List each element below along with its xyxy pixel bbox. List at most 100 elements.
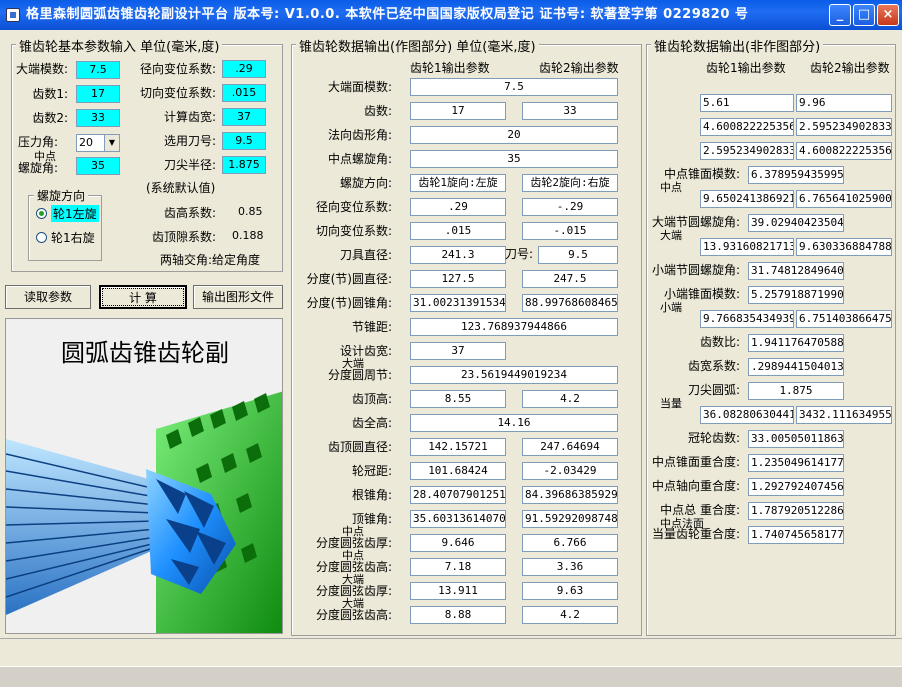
right-row-value1[interactable]: 1.2927924074561 (748, 478, 844, 496)
mid-row-value2[interactable]: 9.63 (522, 582, 618, 600)
mid-row-value1[interactable]: 31.002313915345 (410, 294, 506, 312)
mid-row-value1[interactable]: 20 (410, 126, 618, 144)
title-bar[interactable]: 格里森制圆弧齿锥齿轮副设计平台 版本号: V1.0.0. 本软件已经中国国家版权… (0, 0, 902, 30)
right-row-value2[interactable]: 4.6008222253560 (796, 142, 892, 160)
mid-row-midlabel: 刀号: (505, 247, 534, 261)
mid-row-value2[interactable]: 6.766 (522, 534, 618, 552)
right-row-value1[interactable]: 36.082806304417 (700, 406, 794, 424)
hand-left-label[interactable]: 轮1左旋 (51, 205, 99, 222)
mid-row-value1[interactable]: 7.5 (410, 78, 618, 96)
mid-row-value2[interactable]: 4.2 (522, 606, 618, 624)
mid-row-value2[interactable]: 33 (522, 102, 618, 120)
mid-col1-header: 齿轮1输出参数 (410, 61, 490, 75)
app-icon[interactable] (6, 8, 20, 22)
calc-face-input[interactable]: 37 (222, 108, 266, 126)
maximize-button[interactable]: □ (853, 4, 875, 26)
right-row-value1[interactable]: 39.029404235049 (748, 214, 844, 232)
mid-row-value1[interactable]: 13.911 (410, 582, 506, 600)
right-row-value1[interactable]: 2.5952349028333 (700, 142, 794, 160)
mid-row-value2[interactable]: 3.36 (522, 558, 618, 576)
mid-row-value2[interactable]: 84.396863859298 (522, 486, 618, 504)
right-row-value2[interactable]: 9.96 (796, 94, 892, 112)
window-title: 格里森制圆弧齿锥齿轮副设计平台 版本号: V1.0.0. 本软件已经中国国家版权… (26, 7, 749, 22)
mid-row-value2[interactable]: 9.5 (538, 246, 618, 264)
mid-row-value2[interactable]: 齿轮2旋向:右旋 (522, 174, 618, 192)
hand-right-radio[interactable] (36, 232, 47, 243)
minimize-button[interactable]: _ (829, 4, 851, 26)
radial-shift-input[interactable]: .29 (222, 60, 266, 78)
right-row-value2[interactable]: 9.6303368847884 (796, 238, 892, 256)
mid-row-value1[interactable]: 23.5619449019234 (410, 366, 618, 384)
mid-row-value2[interactable]: 247.64694 (522, 438, 618, 456)
mid-row-value2[interactable]: 91.592920987487 (522, 510, 618, 528)
mid-row-value2[interactable]: -.29 (522, 198, 618, 216)
teeth2-input[interactable]: 33 (76, 109, 120, 127)
mid-row-label: 分度(节)圆直径: (306, 272, 392, 286)
mid-row-value2[interactable]: -2.03429 (522, 462, 618, 480)
tangential-shift-input[interactable]: .015 (222, 84, 266, 102)
right-row-value2[interactable]: 3432.1116349550 (796, 406, 892, 424)
right-row-value1[interactable]: 33.005050118630 (748, 430, 844, 448)
right-row-value1[interactable]: .29894415040130 (748, 358, 844, 376)
big-module-input[interactable]: 7.5 (76, 61, 120, 79)
mid-row-value2[interactable]: 4.2 (522, 390, 618, 408)
mid-row-value1[interactable]: 241.3 (410, 246, 506, 264)
right-row-value2[interactable]: 6.7656410259008 (796, 190, 892, 208)
right-row-value1[interactable]: 1.7879205122865 (748, 502, 844, 520)
right-row-value1[interactable]: 1.875 (748, 382, 844, 400)
mid-row-value1[interactable]: 28.407079012512 (410, 486, 506, 504)
mid-row-value1[interactable]: 123.768937944866 (410, 318, 618, 336)
chevron-down-icon[interactable]: ▼ (104, 135, 119, 151)
right-row-value2[interactable]: 2.5952349028333 (796, 118, 892, 136)
mid-row-value1[interactable]: 142.15721 (410, 438, 506, 456)
mid-row-value2[interactable]: 88.997686084654 (522, 294, 618, 312)
mid-row-value1[interactable]: 9.646 (410, 534, 506, 552)
mid-row-label: 轮冠距: (351, 464, 392, 478)
right-row-value1[interactable]: 1.7407456581774 (748, 526, 844, 544)
hand-left-radio[interactable] (36, 208, 47, 219)
radial-shift-label: 径向变位系数: (139, 62, 216, 76)
tangential-shift-label: 切向变位系数: (139, 86, 216, 100)
export-graphic-button[interactable]: 输出图形文件 (193, 285, 283, 309)
right-row-value1[interactable]: 5.61 (700, 94, 794, 112)
right-row-value2[interactable]: 6.7514038664758 (796, 310, 892, 328)
mid-row-value2[interactable]: -.015 (522, 222, 618, 240)
right-row-value1[interactable]: 9.6502413869214 (700, 190, 794, 208)
right-row-value1[interactable]: 1.9411764705882 (748, 334, 844, 352)
right-row-value1[interactable]: 13.931608217135 (700, 238, 794, 256)
mid-row-value1[interactable]: 8.55 (410, 390, 506, 408)
mid-row-value1[interactable]: 17 (410, 102, 506, 120)
mid-row-value1[interactable]: 127.5 (410, 270, 506, 288)
calculate-button[interactable]: 计 算 (99, 285, 187, 309)
mid-row-value1[interactable]: 14.16 (410, 414, 618, 432)
mid-row-label: 节锥距: (351, 320, 392, 334)
mid-row-label: 径向变位系数: (315, 200, 392, 214)
right-row-value1[interactable]: 1.2350496141770 (748, 454, 844, 472)
right-row-label: 当量齿轮重合度: (651, 527, 740, 541)
spiral-angle-input[interactable]: 35 (76, 157, 120, 175)
close-button[interactable]: × (877, 4, 899, 26)
mid-row-value1[interactable]: .015 (410, 222, 506, 240)
nondrawing-output-title: 锥齿轮数据输出(非作图部分) (651, 36, 824, 55)
right-row-value1[interactable]: 5.2579188719901 (748, 286, 844, 304)
right-row-value1[interactable]: 4.6008222253560 (700, 118, 794, 136)
right-row-value1[interactable]: 9.7668354349396 (700, 310, 794, 328)
cutter-no-input[interactable]: 9.5 (222, 132, 266, 150)
hand-right-label[interactable]: 轮1右旋 (51, 229, 95, 246)
mid-row-value1[interactable]: 7.18 (410, 558, 506, 576)
mid-row-value1[interactable]: 齿轮1旋向:左旋 (410, 174, 506, 192)
pressure-angle-select[interactable]: 20 ▼ (76, 134, 120, 152)
mid-row-value1[interactable]: 101.68424 (410, 462, 506, 480)
right-row-value1[interactable]: 31.748128496407 (748, 262, 844, 280)
mid-row-value2[interactable]: 247.5 (522, 270, 618, 288)
teeth1-input[interactable]: 17 (76, 85, 120, 103)
read-params-button[interactable]: 读取参数 (5, 285, 91, 309)
tip-radius-input[interactable]: 1.875 (222, 156, 266, 174)
mid-row-value1[interactable]: .29 (410, 198, 506, 216)
mid-row-value1[interactable]: 37 (410, 342, 506, 360)
right-row-value1[interactable]: 6.3789594359951 (748, 166, 844, 184)
mid-row-label: 法向齿形角: (327, 128, 392, 142)
mid-row-value1[interactable]: 35 (410, 150, 618, 168)
mid-row-value1[interactable]: 8.88 (410, 606, 506, 624)
mid-row-value1[interactable]: 35.603136140701 (410, 510, 506, 528)
